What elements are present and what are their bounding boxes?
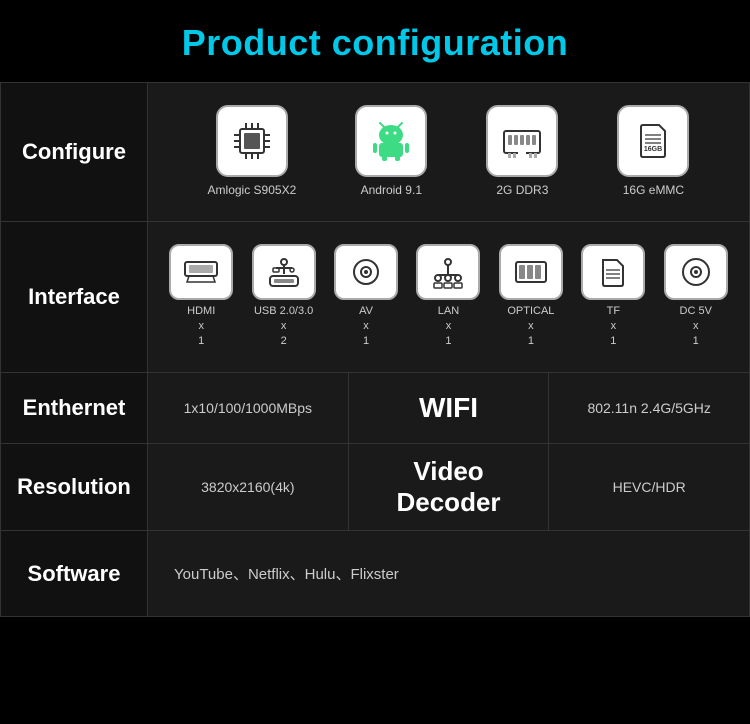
configure-label: Configure: [1, 83, 148, 222]
iface-optical: OPTICALx1: [492, 244, 570, 350]
config-ram: 2G DDR3: [486, 105, 558, 199]
ram-label: 2G DDR3: [496, 183, 548, 199]
iface-tf: TFx1: [574, 244, 652, 350]
ethernet-row: Enthernet 1x10/100/1000MBps WIFI 802.11n…: [1, 372, 750, 443]
interface-label: Interface: [1, 221, 148, 372]
optical-icon: [513, 254, 549, 290]
eth-speed: 1x10/100/1000MBps: [148, 373, 349, 443]
configure-row: Configure: [1, 83, 750, 222]
usb-icon: [266, 254, 302, 290]
chip-icon: [230, 119, 274, 163]
iface-av: AVx1: [327, 244, 405, 350]
resolution-label: Resolution: [1, 443, 148, 530]
tf-icon-box: [581, 244, 645, 300]
software-row: Software YouTube、Netflix、Hulu、Flixster: [1, 531, 750, 617]
page-title: Product configuration: [0, 0, 750, 82]
android-icon: [369, 119, 413, 163]
configure-content: Amlogic S905X2: [148, 83, 750, 222]
resolution-value: 3820x2160(4k): [148, 444, 349, 530]
dc5v-icon-box: [664, 244, 728, 300]
configure-icons: Amlogic S905X2: [158, 97, 739, 207]
resolution-row: Resolution 3820x2160(4k) VideoDecoder HE…: [1, 443, 750, 530]
dc5v-label: DC 5Vx1: [680, 304, 712, 350]
hdmi-label: HDMIx1: [187, 304, 215, 350]
android-label: Android 9.1: [361, 183, 422, 199]
ethernet-content: 1x10/100/1000MBps WIFI 802.11n 2.4G/5GHz: [148, 372, 750, 443]
config-table: Configure: [0, 82, 750, 617]
usb-icon-box: [252, 244, 316, 300]
interface-icons: HDMIx1: [158, 236, 739, 358]
dc5v-icon: [678, 254, 714, 290]
lan-icon-box: [416, 244, 480, 300]
av-icon: [348, 254, 384, 290]
eth-row: 1x10/100/1000MBps WIFI 802.11n 2.4G/5GHz: [148, 373, 749, 443]
hdmi-icon-box: [169, 244, 233, 300]
emmc-label: 16G eMMC: [623, 183, 684, 199]
software-apps: YouTube、Netflix、Hulu、Flixster: [158, 545, 739, 602]
software-content: YouTube、Netflix、Hulu、Flixster: [148, 531, 750, 617]
av-label: AVx1: [359, 304, 373, 350]
software-label: Software: [1, 531, 148, 617]
chip-icon-box: [216, 105, 288, 177]
emmc-icon-box: 16GB: [617, 105, 689, 177]
iface-usb: USB 2.0/3.0x2: [244, 244, 322, 350]
config-android: Android 9.1: [355, 105, 427, 199]
video-decoder-label: VideoDecoder: [349, 444, 550, 530]
hdmi-icon: [183, 254, 219, 290]
config-emmc: 16GB 16G eMMC: [617, 105, 689, 199]
iface-hdmi: HDMIx1: [162, 244, 240, 350]
interface-content: HDMIx1: [148, 221, 750, 372]
wifi-label: WIFI: [349, 373, 550, 443]
iface-dc5v: DC 5Vx1: [657, 244, 735, 350]
android-icon-box: [355, 105, 427, 177]
chip-label: Amlogic S905X2: [208, 183, 297, 199]
av-icon-box: [334, 244, 398, 300]
tf-icon: [595, 254, 631, 290]
lan-icon: [430, 254, 466, 290]
decoder-value: HEVC/HDR: [549, 444, 749, 530]
optical-icon-box: [499, 244, 563, 300]
interface-row: Interface HDMIx1: [1, 221, 750, 372]
usb-label: USB 2.0/3.0x2: [254, 304, 313, 350]
ram-icon-box: [486, 105, 558, 177]
svg-text:16GB: 16GB: [644, 146, 662, 153]
ethernet-label: Enthernet: [1, 372, 148, 443]
tf-label: TFx1: [607, 304, 620, 350]
wifi-spec: 802.11n 2.4G/5GHz: [549, 373, 749, 443]
config-chip: Amlogic S905X2: [208, 105, 297, 199]
lan-label: LANx1: [438, 304, 459, 350]
ram-icon: [500, 119, 544, 163]
resolution-content: 3820x2160(4k) VideoDecoder HEVC/HDR: [148, 443, 750, 530]
emmc-icon: 16GB: [631, 119, 675, 163]
optical-label: OPTICALx1: [507, 304, 554, 350]
iface-lan: LANx1: [409, 244, 487, 350]
res-row: 3820x2160(4k) VideoDecoder HEVC/HDR: [148, 444, 749, 530]
